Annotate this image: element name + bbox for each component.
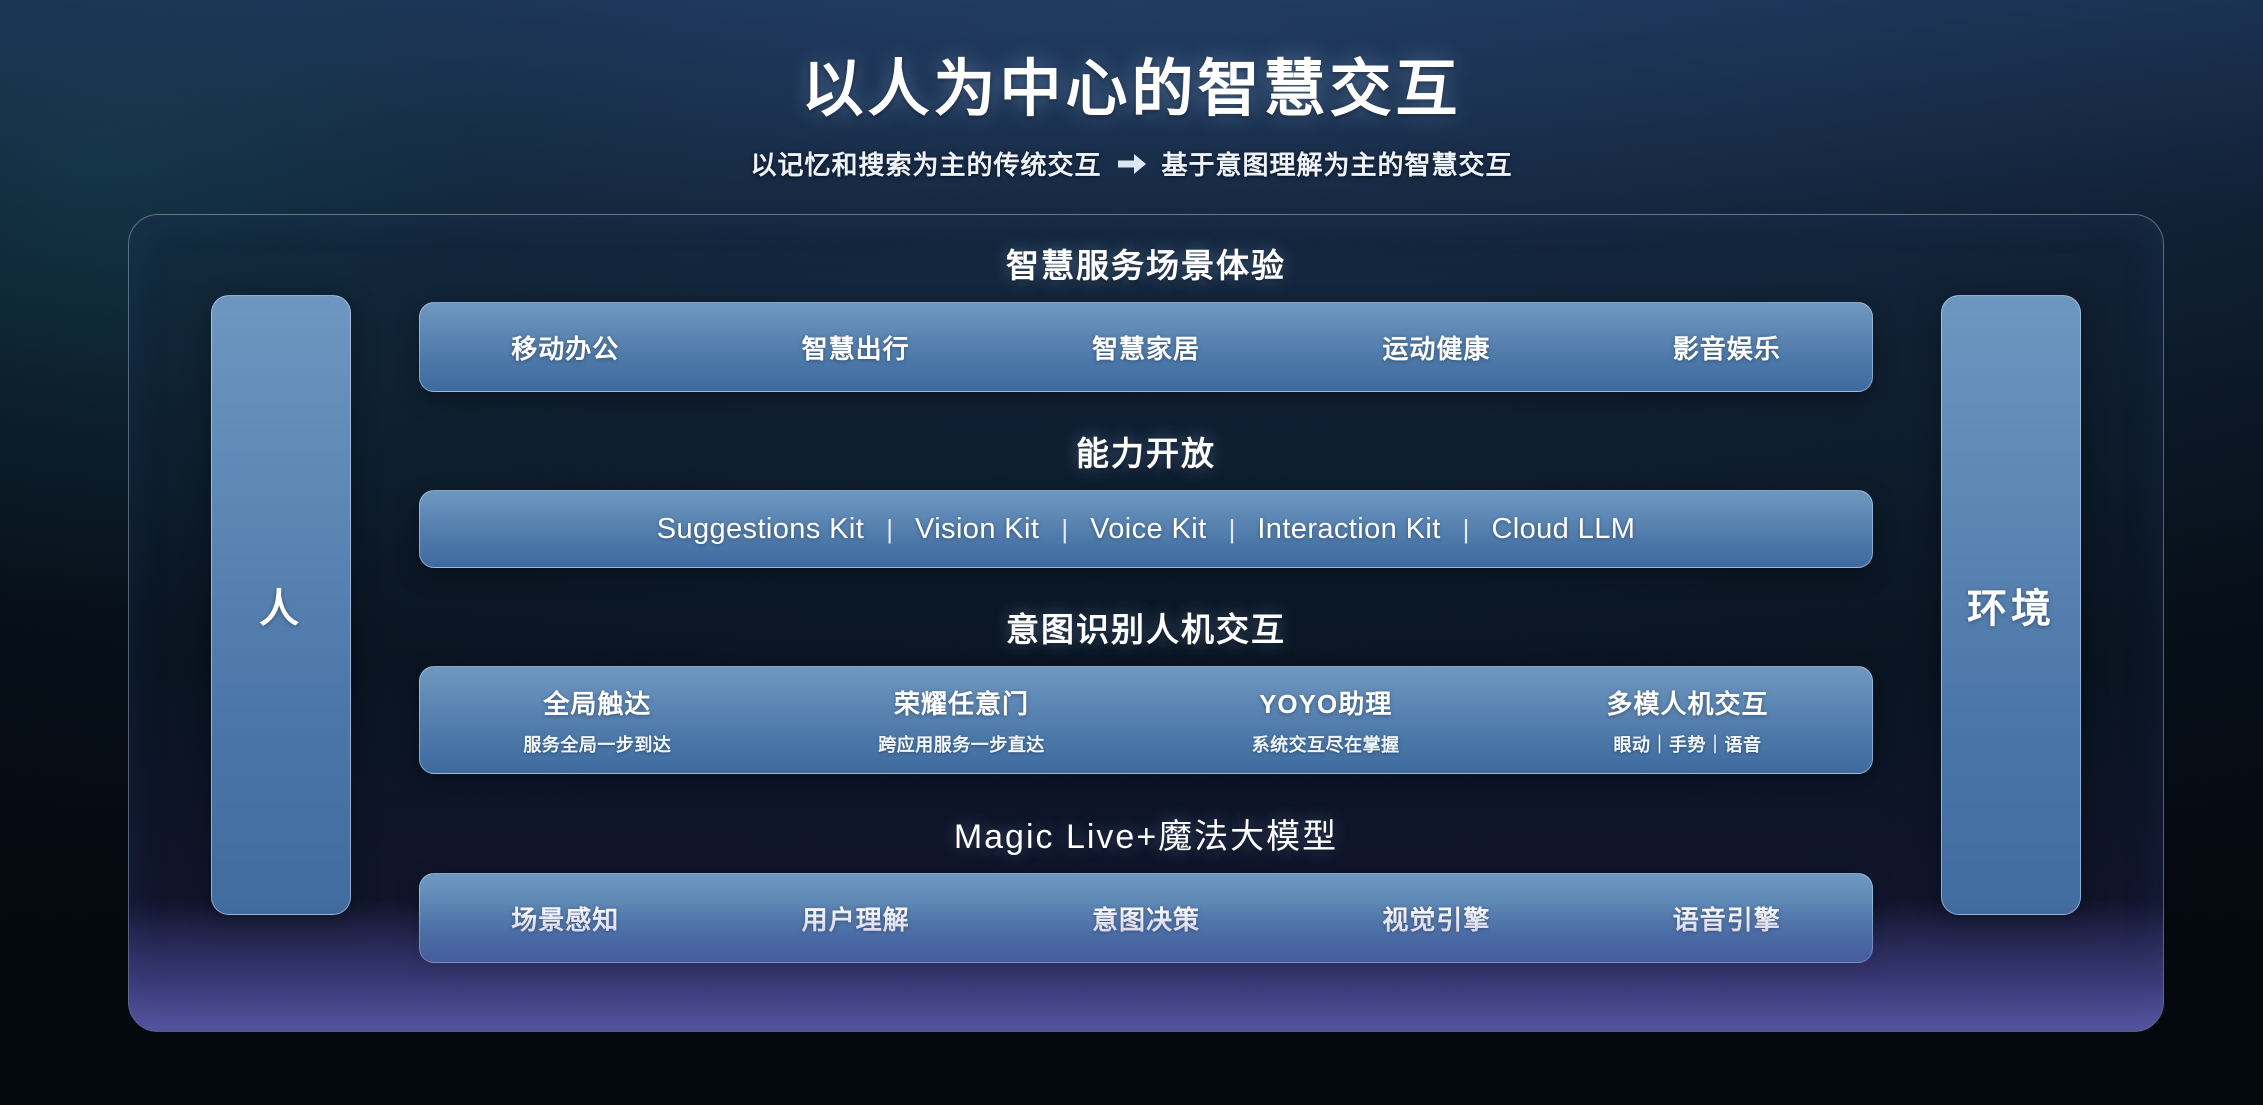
list-item[interactable]: 影音娱乐 xyxy=(1673,329,1781,366)
list-item[interactable]: 多模人机交互 眼动｜手势｜语音 xyxy=(1607,684,1769,757)
separator: | xyxy=(1462,513,1470,544)
item-label: 荣耀任意门 xyxy=(894,688,1030,719)
list-item[interactable]: 语音引擎 xyxy=(1673,900,1781,937)
item-label: 多模人机交互 xyxy=(1606,688,1769,719)
pillar-environment-label: 环境 xyxy=(1967,587,2055,631)
list-item[interactable]: 智慧出行 xyxy=(802,329,910,366)
subtitle-before-text: 以记忆和搜索为主的传统交互 xyxy=(750,150,1102,180)
layer-stack: 智慧服务场景体验 移动办公 智慧出行 智慧家居 运动健康 影音娱乐 能力开放 S… xyxy=(419,239,1873,1007)
separator: | xyxy=(1061,513,1069,544)
layer-magic-live: Magic Live+魔法大模型 场景感知 用户理解 意图决策 视觉引擎 语音引… xyxy=(419,809,1873,963)
layer-title: Magic Live+魔法大模型 xyxy=(953,818,1339,856)
layer-title: 能力开放 xyxy=(1076,435,1216,472)
page-subtitle: 以记忆和搜索为主的传统交互 基于意图理解为主的智慧交互 xyxy=(0,145,2263,182)
item-sublabel: 系统交互尽在掌握 xyxy=(1251,734,1400,755)
layer-title: 智慧服务场景体验 xyxy=(1006,247,1286,284)
pillar-human-label: 人 xyxy=(259,587,303,631)
item-sublabel: 跨应用服务一步直达 xyxy=(878,734,1045,755)
item-sublabel: 眼动｜手势｜语音 xyxy=(1613,734,1762,755)
item-sublabel: 服务全局一步到达 xyxy=(523,734,672,755)
list-item[interactable]: 意图决策 xyxy=(1092,900,1200,937)
slide-header: 以人为中心的智慧交互 以记忆和搜索为主的传统交互 基于意图理解为主的智慧交互 xyxy=(0,0,2263,182)
kit-row: Suggestions Kit | Vision Kit | Voice Kit… xyxy=(420,513,1872,546)
architecture-frame: 人 环境 智慧服务场景体验 移动办公 智慧出行 智慧家居 运动健康 影音娱乐 能… xyxy=(128,214,2164,1032)
page-title: 以人为中心的智慧交互 xyxy=(801,55,1462,124)
list-item[interactable]: 场景感知 xyxy=(511,900,619,937)
layer-items-bar: 移动办公 智慧出行 智慧家居 运动健康 影音娱乐 xyxy=(419,302,1873,392)
item-label: 智慧出行 xyxy=(801,333,910,364)
item-label: 意图决策 xyxy=(1091,904,1200,935)
item-label: 运动健康 xyxy=(1382,333,1491,364)
item-label: 智慧家居 xyxy=(1091,333,1200,364)
item-label: YOYO助理 xyxy=(1259,688,1393,719)
list-item[interactable]: 运动健康 xyxy=(1382,329,1490,366)
pillar-environment: 环境 xyxy=(1941,295,2081,915)
list-item[interactable]: Vision Kit xyxy=(893,513,1061,546)
layer-items-bar: Suggestions Kit | Vision Kit | Voice Kit… xyxy=(419,490,1873,568)
list-item[interactable]: Suggestions Kit xyxy=(635,513,887,546)
list-item[interactable]: Voice Kit xyxy=(1068,513,1228,546)
item-label: 场景感知 xyxy=(511,904,620,935)
list-item[interactable]: 用户理解 xyxy=(802,900,910,937)
item-label: 全局触达 xyxy=(543,688,652,719)
list-item[interactable]: 视觉引擎 xyxy=(1382,900,1490,937)
list-item[interactable]: 移动办公 xyxy=(511,329,619,366)
list-item[interactable]: 智慧家居 xyxy=(1092,329,1200,366)
layer-intent-interaction: 意图识别人机交互 全局触达 服务全局一步到达 荣耀任意门 跨应用服务一步直达 Y… xyxy=(419,603,1873,774)
separator: | xyxy=(1228,513,1236,544)
subtitle-after-text: 基于意图理解为主的智慧交互 xyxy=(1161,150,1513,180)
list-item[interactable]: Cloud LLM xyxy=(1469,513,1657,546)
layer-items-bar: 场景感知 用户理解 意图决策 视觉引擎 语音引擎 xyxy=(419,873,1873,963)
list-item[interactable]: 全局触达 服务全局一步到达 xyxy=(523,684,671,757)
item-label: 用户理解 xyxy=(801,904,910,935)
list-item[interactable]: Interaction Kit xyxy=(1235,513,1462,546)
item-label: 移动办公 xyxy=(511,333,620,364)
item-label: 语音引擎 xyxy=(1672,904,1781,935)
item-label: 视觉引擎 xyxy=(1382,904,1491,935)
item-label: 影音娱乐 xyxy=(1672,333,1781,364)
layer-smart-service: 智慧服务场景体验 移动办公 智慧出行 智慧家居 运动健康 影音娱乐 xyxy=(419,239,1873,392)
list-item[interactable]: YOYO助理 系统交互尽在掌握 xyxy=(1252,684,1400,757)
layer-title: 意图识别人机交互 xyxy=(1006,611,1286,648)
separator: | xyxy=(886,513,893,544)
arrow-right-icon xyxy=(1116,152,1148,176)
layer-items-bar: 全局触达 服务全局一步到达 荣耀任意门 跨应用服务一步直达 YOYO助理 系统交… xyxy=(419,666,1873,774)
list-item[interactable]: 荣耀任意门 跨应用服务一步直达 xyxy=(878,684,1045,757)
layer-capability-open: 能力开放 Suggestions Kit | Vision Kit | Voic… xyxy=(419,427,1873,568)
pillar-human: 人 xyxy=(211,295,351,915)
